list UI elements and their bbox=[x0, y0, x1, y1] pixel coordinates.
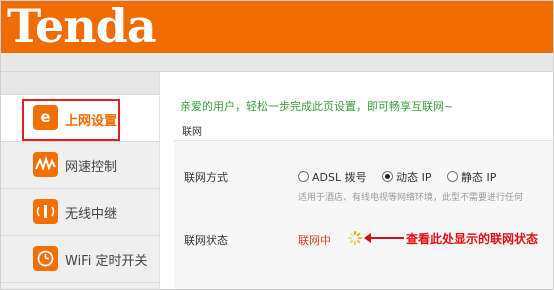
tenda-logo: Tenda bbox=[7, 0, 157, 53]
header: Tenda bbox=[1, 1, 553, 53]
connection-type-label: 联网方式 bbox=[184, 171, 228, 184]
radio-button[interactable] bbox=[298, 171, 309, 182]
speed-wave-icon bbox=[33, 152, 58, 177]
annotation-arrow bbox=[364, 233, 404, 243]
connection-type-hint: 适用于酒店、有线电视等网络环境，此型不需要进行任何 bbox=[298, 193, 524, 203]
annotation-text: 查看此处显示的联网状态 bbox=[406, 232, 539, 246]
sidebar-item-label: WiFi 定时开关 bbox=[65, 254, 148, 269]
form-panel: 联网方式 ADSL 拨号 动态 IP 静态 IP 适用于酒店、有线电视等网络环境… bbox=[174, 140, 553, 289]
radio-dynamic-ip[interactable]: 动态 IP bbox=[382, 171, 431, 184]
section-title: 联网 bbox=[182, 127, 202, 138]
radio-static-ip[interactable]: 静态 IP bbox=[446, 171, 496, 184]
sidebar-item-speed-control[interactable]: 网速控制 bbox=[1, 142, 159, 189]
sidebar-item-wireless-relay[interactable]: 无线中继 bbox=[1, 189, 159, 236]
router-admin-window: Tenda e 上网设置 网速控制 无线中继 WiFi 定时开关 亲爱的用户，轻… bbox=[0, 0, 554, 290]
welcome-text: 亲爱的用户，轻松一步完成此页设置，即可畅享互联网~ bbox=[180, 100, 454, 113]
radio-button[interactable] bbox=[382, 171, 394, 182]
sidebar-top-strip bbox=[1, 72, 159, 95]
sidebar-item-label: 网速控制 bbox=[65, 160, 118, 175]
connection-type-radio-group: ADSL 拨号 动态 IP 静态 IP bbox=[298, 169, 508, 185]
clock-icon bbox=[33, 246, 58, 271]
connection-status-label: 联网状态 bbox=[184, 234, 228, 247]
connection-status-value: 联网中 bbox=[298, 234, 331, 247]
highlight-box bbox=[22, 99, 120, 141]
main-content: 亲爱的用户，轻松一步完成此页设置，即可畅享互联网~ 联网 联网方式 ADSL 拨… bbox=[159, 72, 553, 289]
header-bar bbox=[1, 53, 553, 72]
sidebar-item-wifi-schedule[interactable]: WiFi 定时开关 bbox=[1, 236, 159, 283]
radio-adsl[interactable]: ADSL 拨号 bbox=[298, 171, 367, 184]
loading-spinner-icon bbox=[348, 231, 362, 245]
radio-button[interactable] bbox=[446, 171, 458, 182]
wireless-relay-icon bbox=[33, 199, 58, 224]
sidebar-item-label: 无线中继 bbox=[65, 207, 118, 222]
